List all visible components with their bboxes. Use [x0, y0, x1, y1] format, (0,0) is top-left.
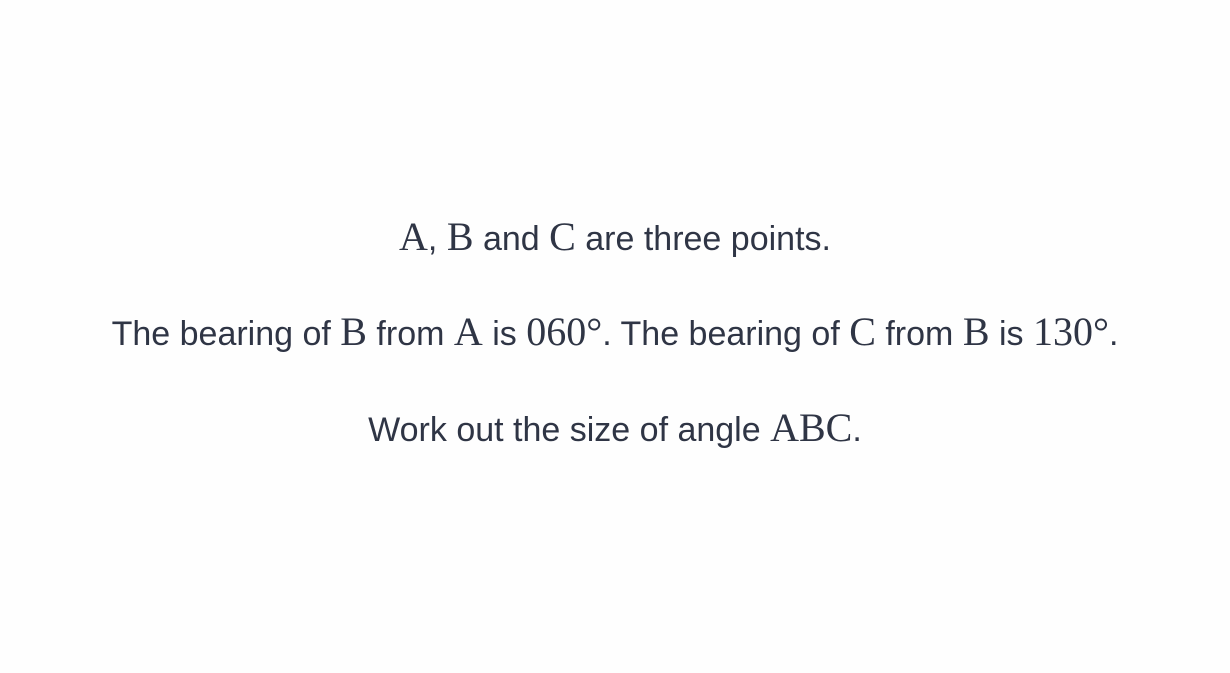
- bearing-b-from-a: 060°: [526, 309, 603, 354]
- question-line-task: Work out the size of angle ABC.: [0, 406, 1230, 452]
- line2-text-6: is: [989, 315, 1033, 353]
- point-c: C: [549, 214, 576, 259]
- line3-text-1: Work out the size of angle: [368, 411, 771, 449]
- line2-text-3: is: [482, 315, 527, 353]
- point-b: B: [446, 214, 474, 259]
- question-line-bearings: The bearing of B from A is 060°. The bea…: [0, 310, 1230, 356]
- point-a: A: [453, 309, 483, 354]
- line1-comma: ,: [427, 220, 447, 258]
- line1-and: and: [473, 220, 550, 258]
- line2-text-4: . The bearing of: [602, 315, 850, 353]
- line2-text-7: .: [1108, 315, 1119, 353]
- question-page: A, B and C are three points. The bearing…: [0, 0, 1230, 673]
- point-b: B: [340, 309, 367, 354]
- angle-name: ABC: [770, 405, 853, 450]
- line2-text-5: from: [875, 315, 963, 353]
- line2-text-1: The bearing of: [111, 315, 341, 353]
- bearing-c-from-b: 130°: [1032, 309, 1109, 354]
- line3-text-2: .: [852, 411, 862, 449]
- point-c: C: [849, 309, 876, 354]
- line1-rest: are three points.: [575, 220, 831, 258]
- point-b: B: [962, 309, 990, 354]
- question-line-points: A, B and C are three points.: [0, 215, 1230, 261]
- line2-text-2: from: [366, 315, 454, 353]
- point-a: A: [399, 214, 428, 259]
